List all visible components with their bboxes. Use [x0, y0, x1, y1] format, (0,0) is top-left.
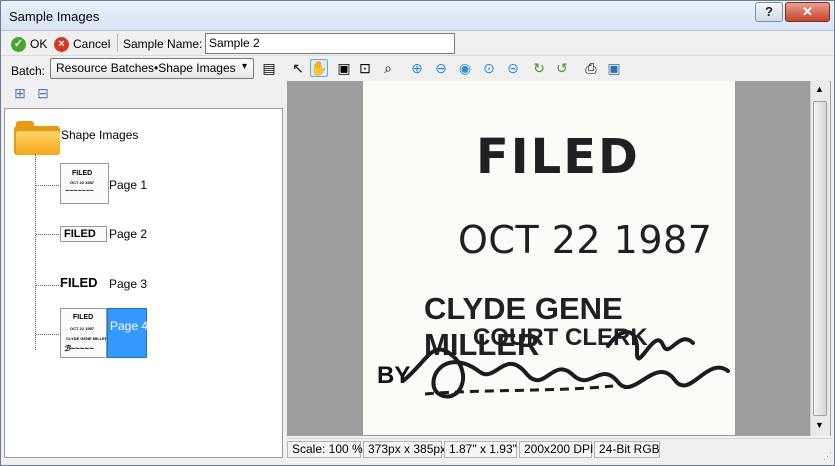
status-pixels: 373px x 385px [363, 441, 446, 458]
batch-label: Batch: [11, 64, 46, 78]
page-4-thumbnail[interactable]: FILED OCT 22 1987 CLYDE GENE MILLER ℬ~~~… [60, 308, 107, 358]
document-image: FILED OCT 22 1987 CLYDE GENE MILLER COUR… [363, 81, 735, 435]
folder-icon [14, 118, 60, 155]
tree-root-label[interactable]: Shape Images [61, 128, 138, 142]
rotate-left-icon[interactable]: ↻ [530, 59, 548, 77]
print-icon[interactable]: ⎙ [582, 59, 600, 77]
help-button[interactable]: ? [755, 2, 783, 22]
cancel-label: Cancel [73, 37, 111, 51]
zoom-page-icon[interactable]: ⌕ [379, 59, 397, 77]
cancel-x-icon: × [54, 36, 69, 52]
zoom-rectangle-icon[interactable]: ⊡ [356, 59, 374, 77]
signature-scribble [401, 330, 730, 399]
sample-name-label: Sample Name: [123, 37, 203, 51]
toolbar-separator [117, 34, 118, 52]
close-button[interactable]: ✕ [785, 2, 830, 22]
fit-width-icon[interactable]: ⊝ [504, 59, 522, 77]
tree-branch [36, 285, 61, 286]
image-tree: Shape Images FILED OCT 22 1987 ~~~~~~~ P… [4, 108, 283, 458]
document-icon[interactable]: ▤ [260, 59, 278, 77]
status-dpi: 200x200 DPI [519, 441, 593, 458]
vertical-scrollbar[interactable]: ▲ ▼ [810, 81, 830, 436]
resize-grip-icon[interactable]: ⋰ [823, 452, 833, 462]
pointer-icon[interactable]: ↖ [289, 59, 307, 77]
select-rectangle-icon[interactable]: ▣ [335, 59, 353, 77]
page-1-thumbnail[interactable]: FILED OCT 22 1987 ~~~~~~~ [60, 163, 109, 204]
dropdown-icon: ▾ [241, 61, 247, 72]
rotate-right-icon[interactable]: ↺ [553, 59, 571, 77]
window-title: Sample Images [9, 9, 100, 24]
title-bar: Sample Images ? ✕ [1, 1, 834, 31]
sample-name-input[interactable]: Sample 2 [205, 33, 455, 54]
tree-vertical-line [35, 154, 36, 350]
page-4-label[interactable]: Page 4 [107, 308, 148, 358]
sample-images-window: Sample Images ? ✕ ✓ OK × Cancel Sample N… [0, 0, 835, 466]
batch-select[interactable]: Resource Batches•Shape Images ▾ [50, 58, 254, 79]
tree-toolbar: ⊞ ⊟ [1, 83, 283, 108]
page-2-label[interactable]: Page 2 [109, 227, 147, 241]
tree-branch [36, 334, 61, 335]
main-toolbar: ✓ OK × Cancel Sample Name: Sample 2 [1, 31, 834, 56]
expand-icon[interactable]: ⊞ [11, 84, 29, 102]
status-inches: 1.87" x 1.93" [444, 441, 517, 458]
collapse-icon[interactable]: ⊟ [34, 84, 52, 102]
scroll-down-icon[interactable]: ▼ [815, 420, 824, 430]
zoom-out-icon[interactable]: ⊖ [432, 59, 450, 77]
status-bar: Scale: 100 % 373px x 385px 1.87" x 1.93"… [287, 438, 832, 459]
actual-size-icon[interactable]: ◉ [456, 59, 474, 77]
tree-branch [36, 234, 61, 235]
zoom-in-icon[interactable]: ⊕ [408, 59, 426, 77]
ok-check-icon: ✓ [11, 36, 26, 52]
fit-page-icon[interactable]: ⊙ [480, 59, 498, 77]
image-viewer[interactable]: FILED OCT 22 1987 CLYDE GENE MILLER COUR… [287, 81, 831, 436]
status-color-depth: 24-Bit RGB [594, 441, 660, 458]
page-3-label[interactable]: Page 3 [109, 277, 147, 291]
page-1-label[interactable]: Page 1 [109, 178, 147, 192]
page-2-thumbnail[interactable]: FILED [60, 226, 107, 242]
scroll-up-icon[interactable]: ▲ [815, 84, 824, 94]
cancel-button[interactable]: × Cancel [54, 35, 110, 53]
hand-tool-icon[interactable]: ✋ [310, 59, 328, 77]
status-scale: Scale: 100 % [287, 441, 363, 458]
scroll-thumb[interactable] [813, 101, 827, 416]
ok-button[interactable]: ✓ OK [11, 35, 47, 53]
batch-value: Resource Batches•Shape Images [56, 61, 236, 75]
save-icon[interactable]: ▣ [605, 59, 623, 77]
ok-label: OK [30, 37, 48, 51]
tree-branch [36, 185, 61, 186]
page-3-thumbnail[interactable]: FILED [60, 275, 98, 290]
